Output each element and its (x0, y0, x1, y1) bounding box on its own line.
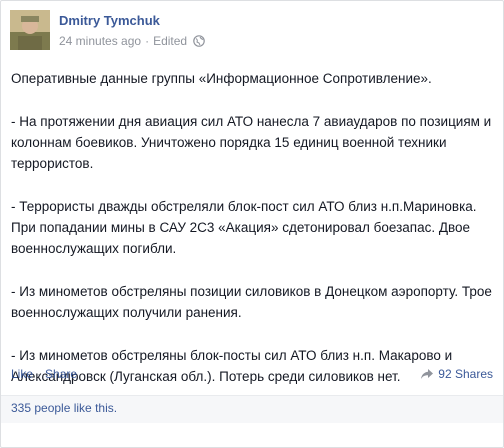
post-actions: Like · Share (11, 367, 77, 381)
avatar[interactable] (10, 10, 50, 50)
share-button[interactable]: Share (45, 367, 77, 381)
post-meta: 24 minutes ago · Edited (59, 34, 205, 48)
post-paragraph: Оперативные данные группы «Информационно… (11, 71, 432, 86)
separator-dot: · (145, 34, 150, 48)
like-button[interactable]: Like (11, 367, 33, 381)
post-timestamp[interactable]: 24 minutes ago (59, 34, 141, 48)
post-paragraph: - На протяжении дня авиация сил АТО нане… (11, 113, 492, 172)
post-card: Dmitry Tymchuk 24 minutes ago · Edited О… (0, 0, 504, 448)
shares-count-link[interactable]: 92 Shares (420, 367, 493, 381)
likes-summary[interactable]: 335 people like this. (11, 401, 117, 415)
post-paragraph: - Террористы дважды обстреляли блок-пост… (11, 198, 477, 257)
post-body: Оперативные данные группы «Информационно… (11, 68, 497, 387)
globe-icon[interactable] (193, 35, 205, 47)
edited-label[interactable]: Edited (153, 34, 187, 48)
shares-count[interactable]: 92 Shares (438, 367, 493, 381)
share-icon (420, 368, 434, 380)
author-name[interactable]: Dmitry Tymchuk (59, 13, 160, 28)
separator-dot: · (37, 367, 42, 381)
post-paragraph: - Из минометов обстреляны позиции силови… (11, 283, 492, 321)
